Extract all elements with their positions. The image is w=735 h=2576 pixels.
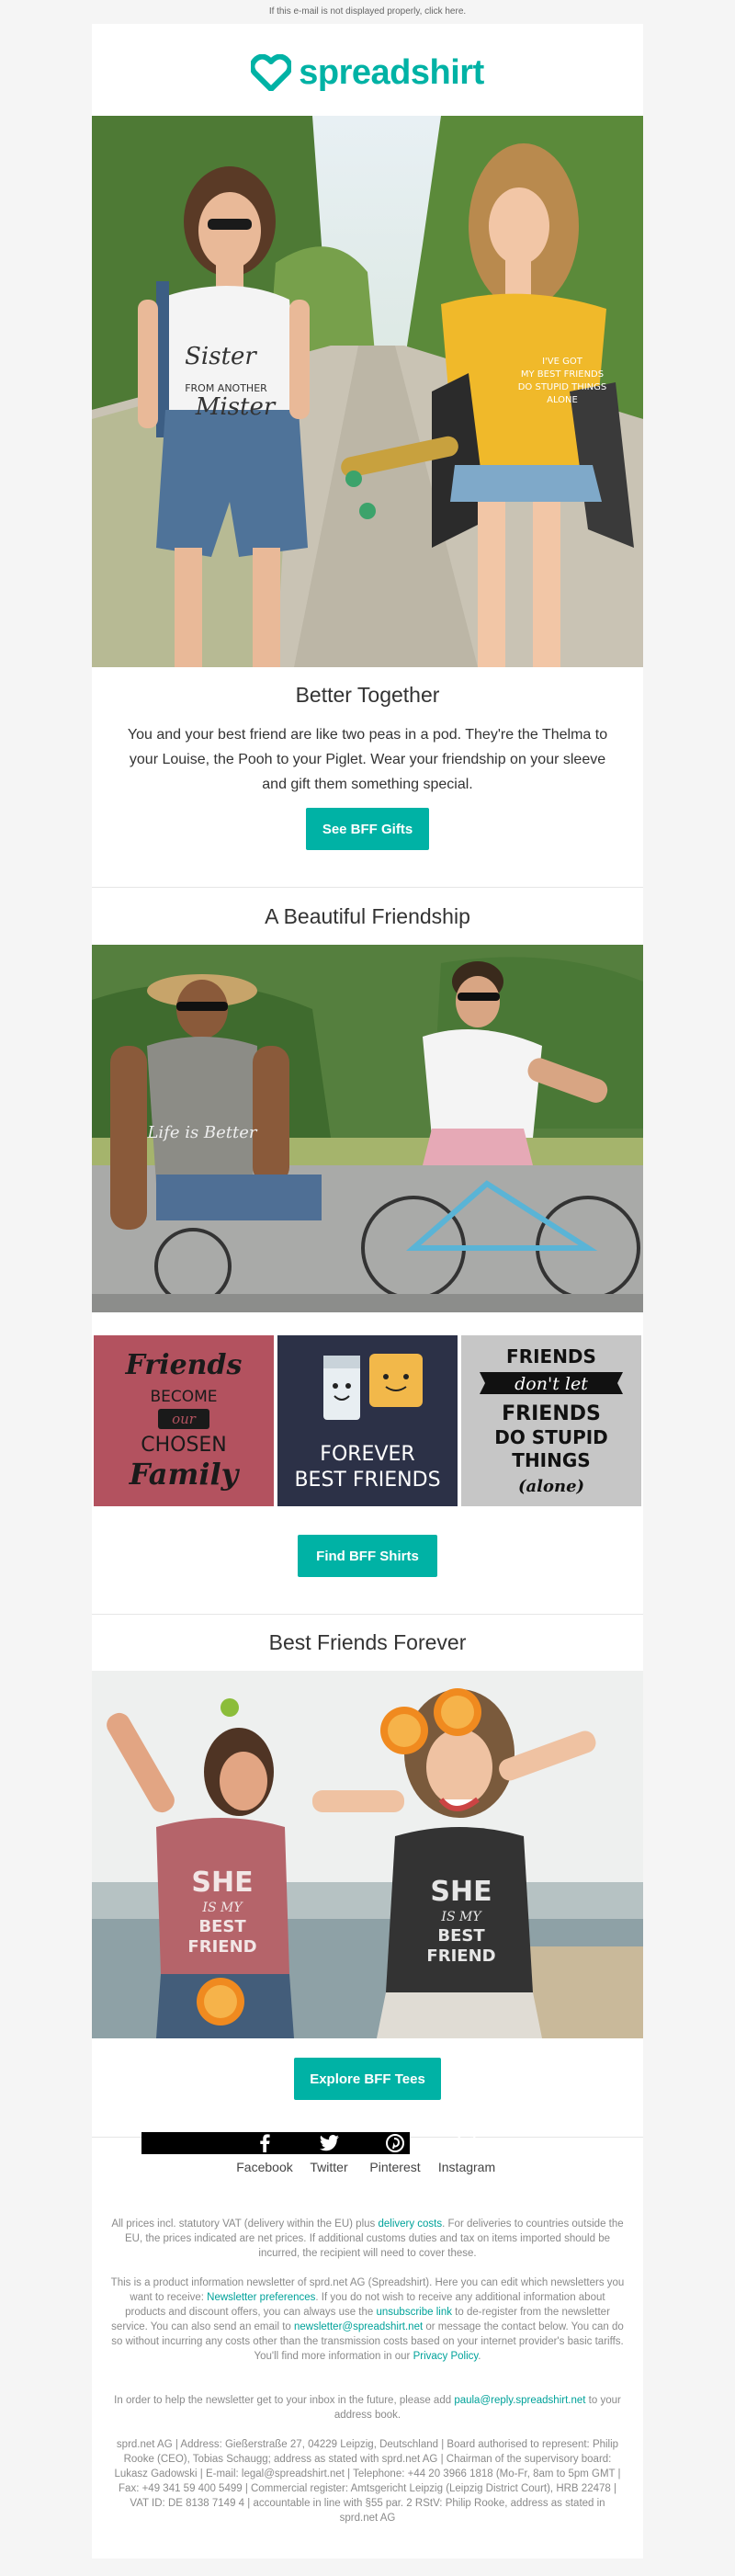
- tile3-text-4: DO STUPID: [494, 1426, 608, 1448]
- social-bar: [141, 2132, 410, 2154]
- instagram-label[interactable]: Instagram: [430, 2160, 503, 2174]
- tile3-text-6: (alone): [518, 1477, 584, 1496]
- newsletter-email-link[interactable]: newsletter@spreadshirt.net: [294, 2321, 423, 2332]
- tile1-text-3: our: [172, 1411, 197, 1427]
- section-title-beautiful-friendship: A Beautiful Friendship: [265, 904, 470, 928]
- footer-p1-text-a: All prices incl. statutory VAT (delivery…: [111, 2219, 379, 2230]
- facebook-label[interactable]: Facebook: [228, 2160, 301, 2174]
- footer-newsletter-note: This is a product information newsletter…: [110, 2275, 625, 2364]
- twitter-label[interactable]: Twitter: [292, 2160, 366, 2174]
- facebook-icon[interactable]: [254, 2133, 276, 2153]
- newsletter-preferences-link[interactable]: Newsletter preferences: [207, 2292, 315, 2303]
- hero-shirt-right-text-2: MY BEST FRIENDS: [521, 369, 604, 380]
- footer-pricing-note: All prices incl. statutory VAT (delivery…: [110, 2217, 625, 2261]
- tile1-text-5: Family: [129, 1457, 241, 1492]
- tile-graphic-2: FOREVER BEST FRIENDS: [294, 1354, 441, 1492]
- section-body-better-together: You and your best friend are like two pe…: [127, 727, 608, 792]
- oranges-left-text-1: SHE: [191, 1867, 253, 1899]
- tile-graphic-3: FRIENDS don't let FRIENDS DO STUPID THIN…: [480, 1345, 623, 1496]
- tile3-text-3: FRIENDS: [502, 1402, 601, 1425]
- hero-photo[interactable]: Sister FROM ANOTHER Mister I'VE GOT MY B…: [92, 116, 643, 667]
- tile2-text-1: FOREVER: [320, 1443, 414, 1466]
- delivery-costs-link[interactable]: delivery costs: [378, 2219, 442, 2230]
- product-tile-forever-best-friends[interactable]: FOREVER BEST FRIENDS: [277, 1335, 458, 1506]
- footer-p3-text-a: In order to help the newsletter get to y…: [114, 2395, 455, 2406]
- bikes-photo[interactable]: Life is Better: [92, 945, 643, 1312]
- section-title-better-together: Better Together: [295, 683, 440, 707]
- bikes-shirt-text: Life is Better: [146, 1123, 257, 1142]
- oranges-left-text-3: BEST: [198, 1917, 246, 1936]
- email-card: spreadshirt Sister FROM ANOTHER Mister I…: [92, 24, 643, 2559]
- privacy-policy-link[interactable]: Privacy Policy: [413, 2351, 479, 2362]
- tile3-text-1: FRIENDS: [506, 1345, 596, 1367]
- hero-shirt-right-text-1: I'VE GOT: [542, 357, 583, 367]
- instagram-icon[interactable]: [456, 2133, 478, 2153]
- tile1-text-1: Friends: [125, 1349, 243, 1381]
- hero-illustration: Sister FROM ANOTHER Mister I'VE GOT MY B…: [92, 116, 643, 667]
- brand-name: spreadshirt: [299, 52, 484, 92]
- oranges-right-text-4: FRIEND: [426, 1946, 495, 1966]
- oranges-right-text-2: IS MY: [440, 1910, 482, 1924]
- tile2-text-2: BEST FRIENDS: [294, 1469, 440, 1492]
- tile3-text-2: don't let: [514, 1374, 588, 1394]
- oranges-left-text-4: FRIEND: [187, 1937, 256, 1957]
- footer-address-book-note: In order to help the newsletter get to y…: [110, 2393, 625, 2423]
- pinterest-label[interactable]: Pinterest: [358, 2160, 432, 2174]
- see-bff-gifts-button[interactable]: See BFF Gifts: [306, 808, 429, 850]
- view-online-link[interactable]: If this e-mail is not displayed properly…: [269, 6, 466, 17]
- oranges-illustration: SHE IS MY BEST FRIEND SHE IS MY BEST FRI…: [92, 1671, 643, 2038]
- find-bff-shirts-button[interactable]: Find BFF Shirts: [298, 1535, 437, 1577]
- hero-shirt-left-text-3: Mister: [195, 393, 277, 421]
- section-title-best-friends-forever: Best Friends Forever: [268, 1630, 467, 1654]
- hero-shirt-right-text-3: DO STUPID THINGS: [518, 382, 607, 392]
- footer-legal-imprint: sprd.net AG | Address: Gießerstraße 27, …: [114, 2439, 621, 2524]
- twitter-icon[interactable]: [318, 2133, 340, 2153]
- pinterest-icon[interactable]: [384, 2133, 406, 2153]
- oranges-photo[interactable]: SHE IS MY BEST FRIEND SHE IS MY BEST FRI…: [92, 1671, 643, 2038]
- hero-shirt-right-text-4: ALONE: [547, 395, 578, 405]
- explore-bff-tees-button[interactable]: Explore BFF Tees: [294, 2058, 441, 2100]
- divider: [92, 1614, 643, 1615]
- oranges-right-text-3: BEST: [437, 1926, 485, 1946]
- bikes-illustration: Life is Better: [92, 945, 643, 1312]
- preheader: If this e-mail is not displayed properly…: [0, 0, 735, 24]
- tile1-text-4: CHOSEN: [141, 1434, 227, 1457]
- tile3-text-5: THINGS: [512, 1449, 590, 1471]
- reply-email-link[interactable]: paula@reply.spreadshirt.net: [454, 2395, 585, 2406]
- product-tile-friends-dont-let[interactable]: FRIENDS don't let FRIENDS DO STUPID THIN…: [461, 1335, 641, 1506]
- footer-p2-text-e: .: [478, 2351, 481, 2362]
- product-tile-friends-family[interactable]: Friends BECOME our CHOSEN Family: [94, 1335, 274, 1506]
- heart-logo-icon: [251, 54, 292, 91]
- divider: [92, 887, 643, 888]
- tile1-text-2: BECOME: [150, 1388, 217, 1406]
- hero-shirt-left-text-1: Sister: [185, 343, 257, 370]
- unsubscribe-link[interactable]: unsubscribe link: [377, 2307, 452, 2318]
- brand-logo[interactable]: spreadshirt: [92, 50, 643, 96]
- oranges-right-text-1: SHE: [430, 1876, 492, 1908]
- tile-graphic-1: Friends BECOME our CHOSEN Family: [125, 1349, 243, 1492]
- oranges-left-text-2: IS MY: [201, 1901, 243, 1915]
